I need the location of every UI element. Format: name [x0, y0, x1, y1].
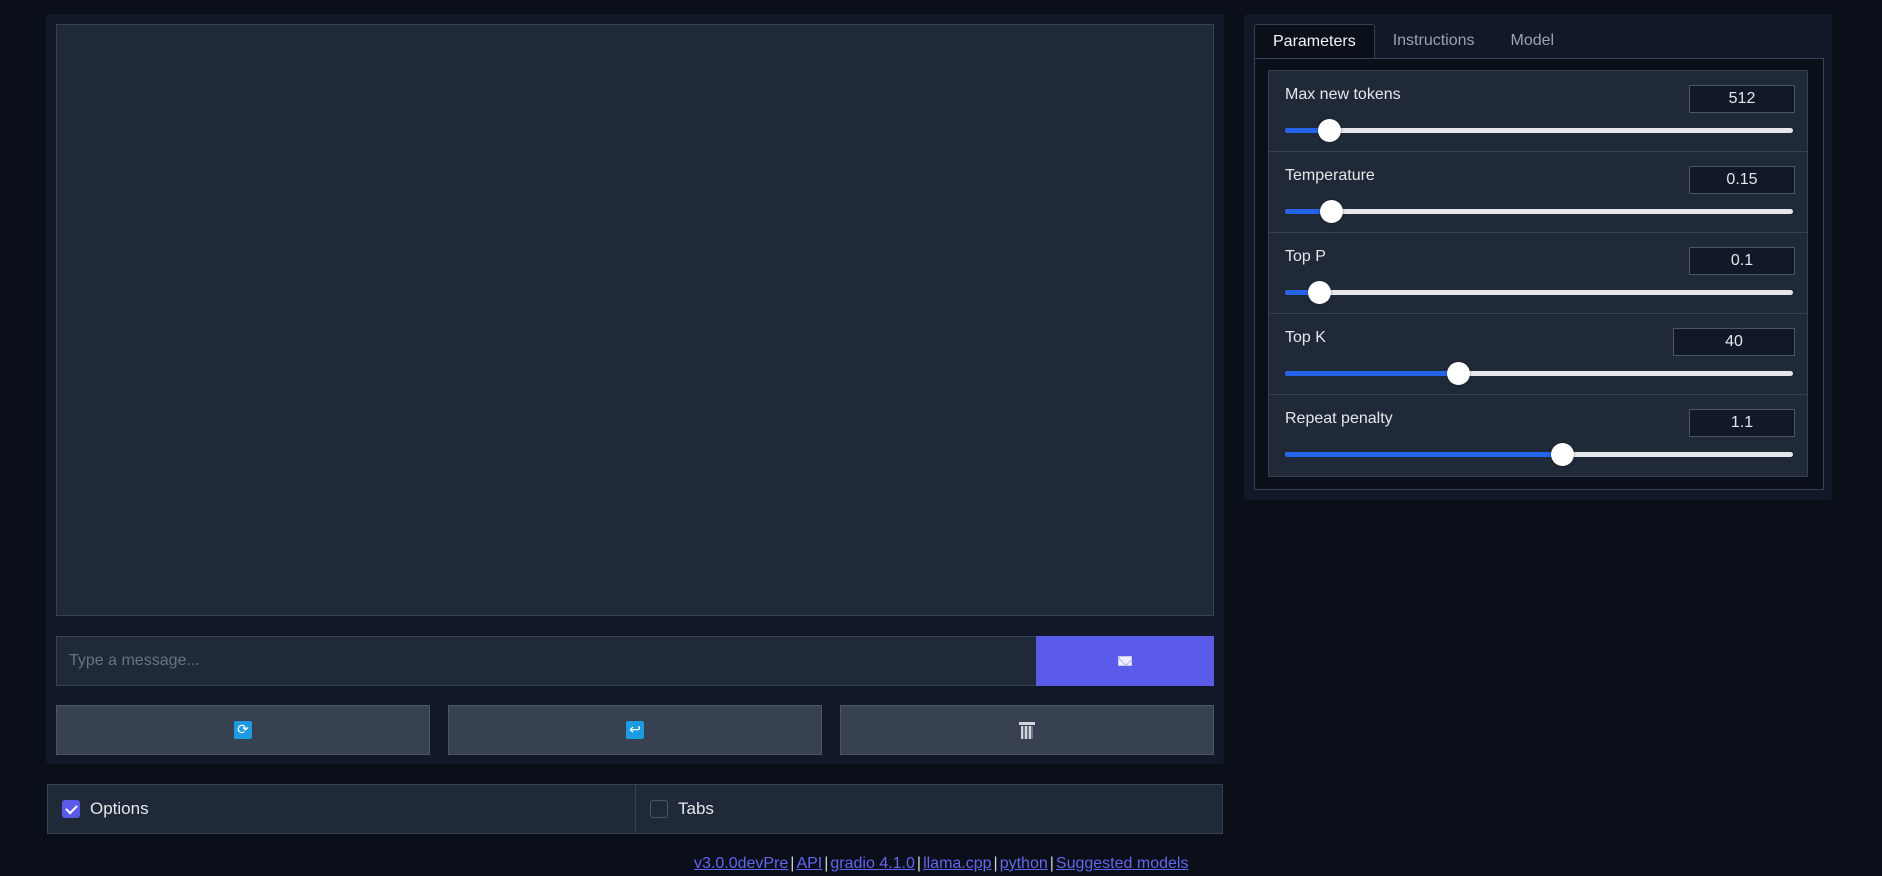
python-link[interactable]: python [1000, 855, 1048, 872]
slider-thumb[interactable] [1307, 281, 1331, 304]
regenerate-button[interactable]: ⟳ [56, 705, 430, 755]
version-link[interactable]: v3.0.0devPre [694, 855, 788, 872]
envelope-icon [1118, 656, 1132, 666]
tab-model[interactable]: Model [1493, 24, 1573, 58]
options-checkbox-row[interactable]: Options [48, 785, 636, 833]
max-new-tokens-input[interactable] [1689, 85, 1795, 113]
options-checkbox[interactable] [62, 800, 80, 818]
settings-tabs: Parameters Instructions Model [1254, 24, 1572, 58]
temperature-slider[interactable] [1285, 200, 1793, 223]
api-link[interactable]: API [796, 855, 822, 872]
chat-history [56, 24, 1214, 616]
slider-thumb[interactable] [1446, 362, 1470, 385]
options-label: Options [90, 799, 149, 818]
options-bar: Options Tabs [47, 784, 1223, 834]
checkmark-icon [64, 801, 78, 814]
wastebasket-icon [1019, 721, 1035, 739]
param-label: Top K [1285, 329, 1326, 346]
clear-button[interactable] [840, 705, 1214, 755]
slider-thumb[interactable] [1319, 200, 1343, 223]
tab-instructions[interactable]: Instructions [1375, 24, 1493, 58]
param-max-new-tokens: Max new tokens [1269, 71, 1807, 152]
param-label: Max new tokens [1285, 86, 1401, 103]
tabs-checkbox-row[interactable]: Tabs [636, 785, 1222, 833]
message-input-row [56, 636, 1214, 686]
param-temperature: Temperature [1269, 152, 1807, 233]
repeat-penalty-slider[interactable] [1285, 443, 1793, 466]
message-input[interactable] [56, 636, 1036, 686]
top-k-slider[interactable] [1285, 362, 1793, 385]
temperature-input[interactable] [1689, 166, 1795, 194]
param-label: Temperature [1285, 167, 1375, 184]
gradio-link[interactable]: gradio 4.1.0 [830, 855, 915, 872]
slider-thumb[interactable] [1550, 443, 1574, 466]
llamacpp-link[interactable]: llama.cpp [923, 855, 991, 872]
top-p-input[interactable] [1689, 247, 1795, 275]
param-top-k: Top K [1269, 314, 1807, 395]
arrows-cycle-icon: ⟳ [234, 721, 252, 739]
param-label: Top P [1285, 248, 1326, 265]
undo-button[interactable]: ↩ [448, 705, 822, 755]
repeat-penalty-input[interactable] [1689, 409, 1795, 437]
top-p-slider[interactable] [1285, 281, 1793, 304]
footer-links: v3.0.0devPre | API | gradio 4.1.0 | llama.cpp |… [694, 855, 1189, 872]
send-button[interactable] [1036, 636, 1214, 686]
param-top-p: Top P [1269, 233, 1807, 314]
parameters-group: Max new tokens Temperature Top P Top K R… [1268, 70, 1808, 477]
tabs-label: Tabs [678, 799, 714, 818]
tabs-checkbox[interactable] [650, 800, 668, 818]
suggested-models-link[interactable]: Suggested models [1056, 855, 1189, 872]
chat-actions: ⟳ ↩ [56, 705, 1214, 755]
max-new-tokens-slider[interactable] [1285, 119, 1793, 142]
return-arrow-icon: ↩ [626, 721, 644, 739]
tab-parameters[interactable]: Parameters [1254, 24, 1375, 58]
slider-thumb[interactable] [1318, 119, 1342, 142]
param-label: Repeat penalty [1285, 410, 1393, 427]
param-repeat-penalty: Repeat penalty [1269, 395, 1807, 476]
top-k-input[interactable] [1673, 328, 1795, 356]
